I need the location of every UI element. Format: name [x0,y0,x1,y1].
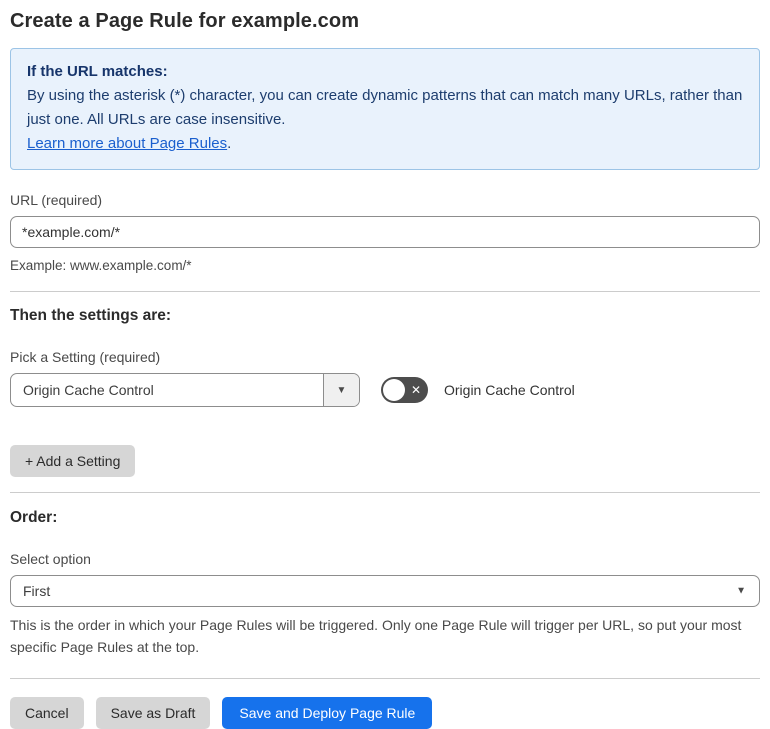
save-and-deploy-button[interactable]: Save and Deploy Page Rule [222,697,433,729]
setting-select[interactable]: Origin Cache Control ▼ [10,373,360,407]
info-box-link-line: Learn more about Page Rules. [27,132,743,156]
add-setting-button[interactable]: + Add a Setting [10,445,136,477]
info-box-heading: If the URL matches: [27,63,168,80]
divider [10,678,760,679]
toggle-knob [383,379,405,401]
divider [10,492,760,493]
order-select-value: First [23,583,51,599]
divider [10,291,760,292]
setting-picker-row: Origin Cache Control ▼ ✕ Origin Cache Co… [10,373,760,407]
link-suffix: . [227,135,232,152]
order-select[interactable]: First ▼ [10,575,760,607]
footer-actions: Cancel Save as Draft Save and Deploy Pag… [10,697,760,729]
setting-select-value: Origin Cache Control [23,382,154,398]
pick-setting-label: Pick a Setting (required) [10,349,161,365]
learn-more-link[interactable]: Learn more about Page Rules [27,135,227,152]
chevron-down-icon: ▼ [736,585,746,597]
url-input[interactable] [10,216,760,248]
toggle-off-x-icon: ✕ [410,382,421,397]
toggle-label: Origin Cache Control [444,382,575,398]
order-select-label: Select option [10,551,91,567]
order-helper-text: This is the order in which your Page Rul… [10,617,742,655]
settings-section-heading: Then the settings are: [10,307,172,324]
save-as-draft-button[interactable]: Save as Draft [95,697,211,729]
url-example-helper: Example: www.example.com/* [10,258,192,273]
origin-cache-control-toggle[interactable]: ✕ [381,377,428,403]
url-match-info-box: If the URL matches: By using the asteris… [10,48,760,170]
info-box-body: By using the asterisk (*) character, you… [27,87,743,128]
cancel-button[interactable]: Cancel [10,697,84,729]
page-title: Create a Page Rule for example.com [10,10,360,32]
order-section-heading: Order: [10,509,58,526]
chevron-down-icon[interactable]: ▼ [323,374,359,406]
url-field-label: URL (required) [10,192,103,208]
